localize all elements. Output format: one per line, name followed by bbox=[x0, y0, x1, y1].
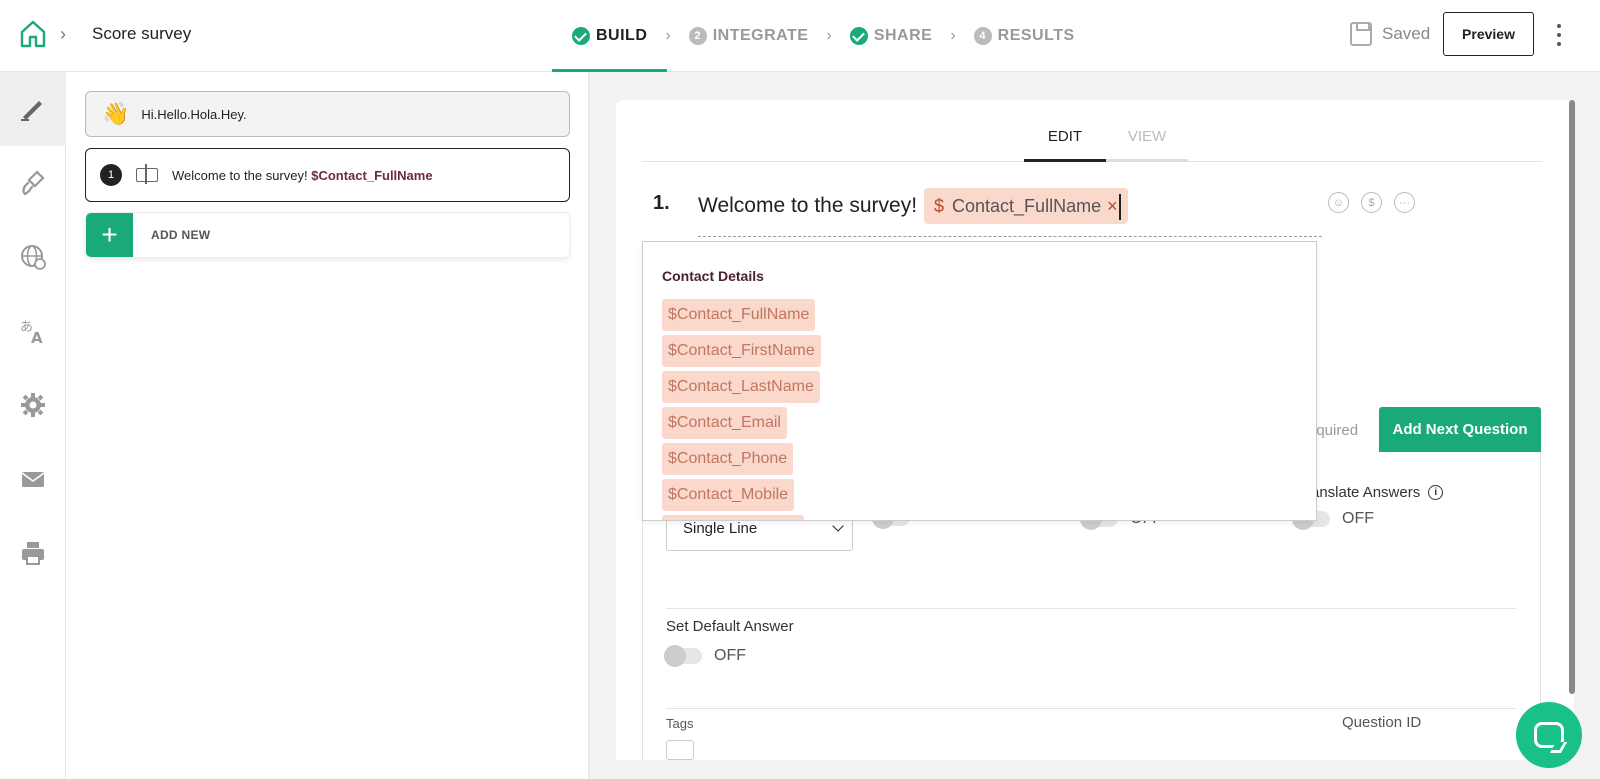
gear-icon[interactable] bbox=[0, 368, 66, 442]
set-default-answer-label: Set Default Answer bbox=[666, 618, 794, 635]
chat-icon bbox=[1534, 722, 1564, 748]
pipe-dropdown: Contact Details $Contact_FullName $Conta… bbox=[642, 241, 1317, 521]
more-options-icon[interactable] bbox=[1556, 24, 1562, 46]
dropdown-item[interactable]: $Contact_Email bbox=[662, 407, 787, 439]
translate-answers-label: ranslate Answers i bbox=[1306, 484, 1444, 501]
translate-icon[interactable]: あA bbox=[0, 294, 66, 368]
add-new-card[interactable]: + ADD NEW bbox=[85, 212, 570, 258]
top-bar: › Score survey BUILD › 2 INTEGRATE › SHA… bbox=[0, 0, 1600, 72]
save-icon bbox=[1350, 22, 1372, 46]
tags-label: Tags bbox=[666, 716, 694, 731]
step-number: 2 bbox=[688, 27, 707, 45]
tags-input[interactable] bbox=[666, 740, 694, 760]
translate-answers-text: ranslate Answers bbox=[1306, 484, 1421, 501]
text-cursor bbox=[1119, 194, 1121, 220]
chat-button[interactable] bbox=[1516, 702, 1582, 768]
check-icon bbox=[849, 27, 868, 45]
step-share[interactable]: SHARE bbox=[846, 0, 937, 72]
info-icon[interactable]: i bbox=[1428, 485, 1444, 500]
divider bbox=[666, 708, 1516, 709]
preview-button[interactable]: Preview bbox=[1443, 12, 1534, 56]
survey-title[interactable]: Score survey bbox=[92, 24, 191, 44]
default-answer-toggle[interactable]: OFF bbox=[664, 645, 746, 667]
divider bbox=[666, 608, 1516, 609]
add-next-question-button[interactable]: Add Next Question bbox=[1379, 407, 1541, 452]
question-text-tools: ☺ $ ··· bbox=[1328, 192, 1415, 213]
step-chevron-icon: › bbox=[665, 27, 671, 44]
toggle-state: OFF bbox=[1342, 510, 1374, 527]
step-number: 4 bbox=[973, 27, 992, 45]
text-input-icon bbox=[136, 164, 158, 184]
question-list-panel: 👋 Hi.Hello.Hola.Hey. 1 Welcome to the su… bbox=[66, 72, 589, 779]
breadcrumb-chevron-icon: › bbox=[60, 24, 66, 44]
check-icon bbox=[572, 27, 590, 45]
editor-tabs: EDIT VIEW bbox=[642, 128, 1542, 162]
toggle-state: OFF bbox=[714, 647, 746, 664]
question-id-label: Question ID bbox=[1342, 714, 1422, 731]
paintbrush-icon[interactable] bbox=[0, 146, 66, 220]
step-label: BUILD bbox=[596, 27, 648, 44]
remove-chip-icon[interactable]: × bbox=[1107, 196, 1118, 217]
pipe-chip[interactable]: $ Contact_FullName × bbox=[924, 188, 1128, 224]
svg-text:A: A bbox=[31, 329, 43, 345]
saved-label: Saved bbox=[1382, 24, 1431, 43]
dropdown-heading: Contact Details bbox=[662, 268, 764, 284]
plus-icon[interactable]: + bbox=[86, 213, 133, 257]
printer-icon[interactable] bbox=[0, 516, 66, 590]
question-number: 1. bbox=[653, 192, 670, 214]
dropdown-item[interactable]: $Contact_Phone bbox=[662, 443, 794, 475]
welcome-text: Hi.Hello.Hola.Hey. bbox=[141, 106, 247, 122]
step-label: INTEGRATE bbox=[712, 27, 809, 44]
chevron-down-icon bbox=[832, 520, 844, 532]
question-card[interactable]: 1 Welcome to the survey! $Contact_FullNa… bbox=[85, 148, 570, 202]
dropdown-item[interactable]: $Contact_LastName bbox=[662, 371, 820, 403]
answer-type-value: Single Line bbox=[683, 519, 758, 537]
question-card-text: Welcome to the survey! $Contact_FullName bbox=[172, 168, 433, 183]
waving-hand-icon: 👋 bbox=[102, 101, 130, 126]
question-number-badge: 1 bbox=[100, 164, 122, 186]
dropdown-item-partial[interactable] bbox=[662, 515, 804, 520]
step-integrate[interactable]: 2 INTEGRATE bbox=[685, 0, 813, 72]
step-results[interactable]: 4 RESULTS bbox=[970, 0, 1079, 72]
question-text[interactable]: Welcome to the survey! bbox=[698, 194, 917, 218]
mail-icon[interactable] bbox=[0, 442, 66, 516]
editor-scrollbar[interactable] bbox=[1569, 100, 1575, 694]
pen-icon[interactable] bbox=[0, 72, 66, 146]
question-card-label: Welcome to the survey! bbox=[172, 167, 312, 183]
add-new-label: ADD NEW bbox=[151, 228, 211, 242]
dropdown-item[interactable]: $Contact_Mobile bbox=[662, 479, 795, 511]
step-chevron-icon: › bbox=[826, 27, 832, 44]
pipe-chip-label: Contact_FullName bbox=[952, 195, 1102, 216]
dropdown-item[interactable]: $Contact_FirstName bbox=[662, 335, 821, 367]
saved-status: Saved bbox=[1350, 22, 1430, 46]
step-label: RESULTS bbox=[997, 27, 1075, 44]
globe-icon[interactable] bbox=[0, 220, 66, 294]
emoji-icon[interactable]: ☺ bbox=[1328, 192, 1349, 213]
question-text-underline bbox=[698, 236, 1322, 237]
toggle-track bbox=[664, 645, 702, 667]
dropdown-item[interactable]: $Contact_FullName bbox=[662, 299, 816, 331]
tool-rail: あA bbox=[0, 72, 66, 779]
step-label: SHARE bbox=[873, 27, 933, 44]
tab-edit[interactable]: EDIT bbox=[1024, 128, 1106, 162]
piping-dollar-icon[interactable]: $ bbox=[1361, 192, 1382, 213]
more-icon[interactable]: ··· bbox=[1394, 192, 1415, 213]
question-card-pipe: $Contact_FullName bbox=[311, 167, 433, 183]
welcome-card[interactable]: 👋 Hi.Hello.Hola.Hey. bbox=[85, 91, 570, 137]
tab-view[interactable]: VIEW bbox=[1106, 128, 1188, 162]
home-icon[interactable] bbox=[20, 20, 46, 48]
step-chevron-icon: › bbox=[950, 27, 956, 44]
step-build[interactable]: BUILD bbox=[551, 0, 668, 72]
step-nav: BUILD › 2 INTEGRATE › SHARE › 4 RESULTS bbox=[551, 0, 1079, 72]
dollar-icon: $ bbox=[934, 195, 945, 216]
